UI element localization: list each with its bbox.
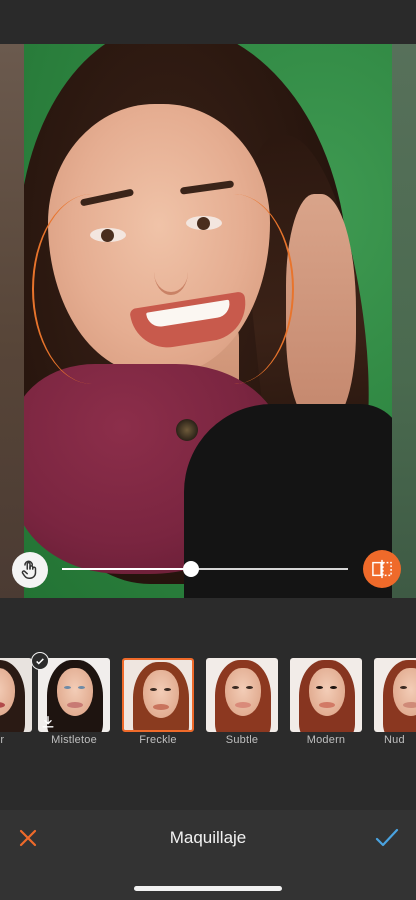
makeup-style-thumb[interactable] [0, 658, 32, 732]
pendant-shape [176, 419, 198, 441]
right-eye [186, 216, 222, 230]
next-photo-edge [392, 44, 416, 598]
makeup-style-label: Nud [384, 734, 405, 746]
thumb-lips [67, 702, 83, 708]
left-eye [90, 228, 126, 242]
makeup-style-thumb[interactable] [38, 658, 110, 732]
thumb-lips [153, 704, 169, 710]
makeup-style-thumb[interactable] [374, 658, 416, 732]
thumb-eye [330, 686, 337, 689]
makeup-style-label: Subtle [225, 734, 259, 746]
thumb-face [143, 670, 179, 718]
makeup-editor-screen: der Mistletoe Freckle [0, 0, 416, 900]
thumb-face [225, 668, 261, 716]
compare-button[interactable] [363, 550, 401, 588]
compare-split-icon [372, 559, 392, 579]
makeup-style-label: der [0, 734, 5, 746]
nose-shape [154, 249, 188, 295]
thumb-eye [150, 688, 157, 691]
makeup-style-label: Mistletoe [51, 734, 97, 746]
thumb-eye [164, 688, 171, 691]
touch-hand-icon [21, 560, 37, 579]
thumb-lips [403, 702, 416, 708]
thumb-eye [246, 686, 253, 689]
makeup-style-thumb[interactable] [290, 658, 362, 732]
thumb-lips [235, 702, 251, 708]
makeup-style-strip[interactable]: der Mistletoe Freckle [0, 598, 416, 810]
bottom-bar: Maquillaje [0, 810, 416, 900]
thumb-eye [316, 686, 323, 689]
thumb-eye [400, 686, 407, 689]
prev-photo-edge [0, 44, 24, 598]
download-icon [42, 716, 54, 728]
thumb-eye [232, 686, 239, 689]
makeup-style-thumb[interactable] [206, 658, 278, 732]
edited-photo[interactable] [24, 44, 392, 598]
home-indicator [134, 886, 282, 891]
makeup-style-label: Freckle [139, 734, 177, 746]
photo-viewport [0, 44, 416, 598]
teeth-shape [146, 299, 232, 329]
thumb-face [309, 668, 345, 716]
touch-hand-button[interactable] [12, 552, 48, 588]
thumb-eye [78, 686, 85, 689]
makeup-style-thumb-selected[interactable] [122, 658, 194, 732]
thumb-lips [319, 702, 335, 708]
top-bar [0, 0, 416, 44]
slider-fill [62, 568, 191, 570]
check-icon[interactable] [374, 826, 400, 850]
slider-knob[interactable] [182, 561, 199, 577]
makeup-style-label: Modern [306, 734, 346, 746]
screen-title: Maquillaje [169, 828, 247, 847]
intensity-slider[interactable] [62, 561, 348, 577]
shoulder-shape [286, 194, 356, 424]
thumb-face [57, 668, 93, 716]
check-circle-icon [31, 652, 49, 670]
thumb-eye [64, 686, 71, 689]
